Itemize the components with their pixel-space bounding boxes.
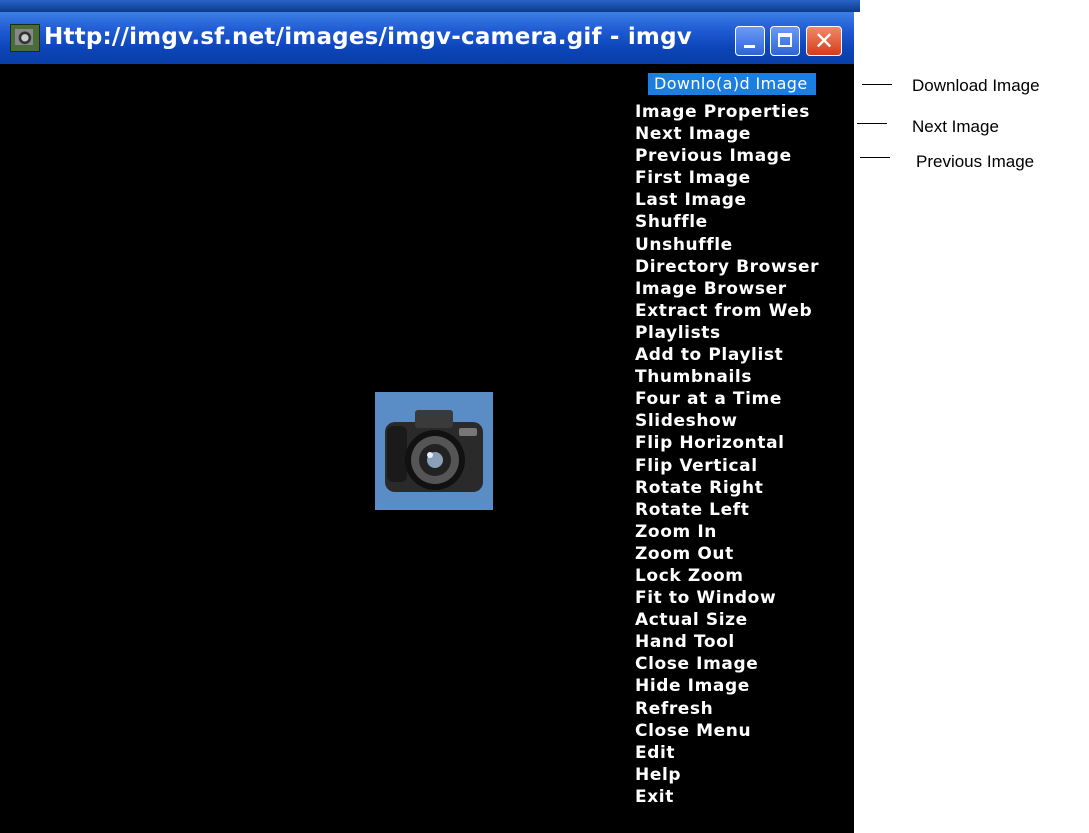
camera-image xyxy=(375,392,493,510)
menu-item-hand-tool[interactable]: Hand Tool xyxy=(635,631,819,653)
menu-item-edit[interactable]: Edit xyxy=(635,742,819,764)
menu-item-playlists[interactable]: Playlists xyxy=(635,322,819,344)
menu-item-last-image[interactable]: Last Image xyxy=(635,189,819,211)
callout-download-image: Download Image xyxy=(912,76,1040,95)
menu-item-download-image[interactable]: Downlo(a)d Image xyxy=(648,73,816,95)
menu-item-thumbnails[interactable]: Thumbnails xyxy=(635,366,819,388)
close-button[interactable]: ✕ xyxy=(806,26,842,56)
menu-item-four-at-a-time[interactable]: Four at a Time xyxy=(635,388,819,410)
menu-item-first-image[interactable]: First Image xyxy=(635,167,819,189)
menu-item-image-properties[interactable]: Image Properties xyxy=(635,101,819,123)
menu-item-close-menu[interactable]: Close Menu xyxy=(635,720,819,742)
menu-item-help[interactable]: Help xyxy=(635,764,819,786)
cropped-top-strip xyxy=(0,0,860,12)
imgv-window: Http://imgv.sf.net/images/imgv-camera.gi… xyxy=(0,12,854,833)
menu-item-directory-browser[interactable]: Directory Browser xyxy=(635,256,819,278)
close-icon: ✕ xyxy=(813,27,835,55)
menu-item-refresh[interactable]: Refresh xyxy=(635,698,819,720)
menu-item-slideshow[interactable]: Slideshow xyxy=(635,410,819,432)
menu-item-next-image[interactable]: Next Image xyxy=(635,123,819,145)
menu-item-shuffle[interactable]: Shuffle xyxy=(635,211,819,233)
callout-line-previous xyxy=(860,157,890,158)
minimize-icon xyxy=(744,45,755,48)
menu-item-add-to-playlist[interactable]: Add to Playlist xyxy=(635,344,819,366)
menu-item-flip-vertical[interactable]: Flip Vertical xyxy=(635,455,819,477)
menu-item-hide-image[interactable]: Hide Image xyxy=(635,675,819,697)
menu-item-rotate-right[interactable]: Rotate Right xyxy=(635,477,819,499)
title-bar[interactable]: Http://imgv.sf.net/images/imgv-camera.gi… xyxy=(0,12,854,64)
menu-item-zoom-in[interactable]: Zoom In xyxy=(635,521,819,543)
menu-item-fit-to-window[interactable]: Fit to Window xyxy=(635,587,819,609)
maximize-button[interactable] xyxy=(770,26,800,56)
menu-item-flip-horizontal[interactable]: Flip Horizontal xyxy=(635,432,819,454)
menu-item-rotate-left[interactable]: Rotate Left xyxy=(635,499,819,521)
menu-item-lock-zoom[interactable]: Lock Zoom xyxy=(635,565,819,587)
app-icon[interactable] xyxy=(10,24,40,52)
menu-item-zoom-out[interactable]: Zoom Out xyxy=(635,543,819,565)
menu-item-exit[interactable]: Exit xyxy=(635,786,819,808)
callout-line-download xyxy=(862,84,892,85)
menu-item-unshuffle[interactable]: Unshuffle xyxy=(635,234,819,256)
context-menu: Image Properties Next Image Previous Ima… xyxy=(635,101,819,808)
camera-icon xyxy=(375,392,493,510)
image-view-area[interactable]: Downlo(a)d Image Image Properties Next I… xyxy=(0,64,854,833)
callout-previous-image: Previous Image xyxy=(916,152,1035,171)
menu-item-close-image[interactable]: Close Image xyxy=(635,653,819,675)
callout-line-next xyxy=(857,123,887,124)
maximize-icon xyxy=(778,33,792,47)
menu-item-previous-image[interactable]: Previous Image xyxy=(635,145,819,167)
menu-item-extract-from-web[interactable]: Extract from Web xyxy=(635,300,819,322)
minimize-button[interactable] xyxy=(735,26,765,56)
menu-item-actual-size[interactable]: Actual Size xyxy=(635,609,819,631)
window-title: Http://imgv.sf.net/images/imgv-camera.gi… xyxy=(44,24,692,50)
menu-item-image-browser[interactable]: Image Browser xyxy=(635,278,819,300)
callout-next-image: Next Image xyxy=(912,117,999,136)
